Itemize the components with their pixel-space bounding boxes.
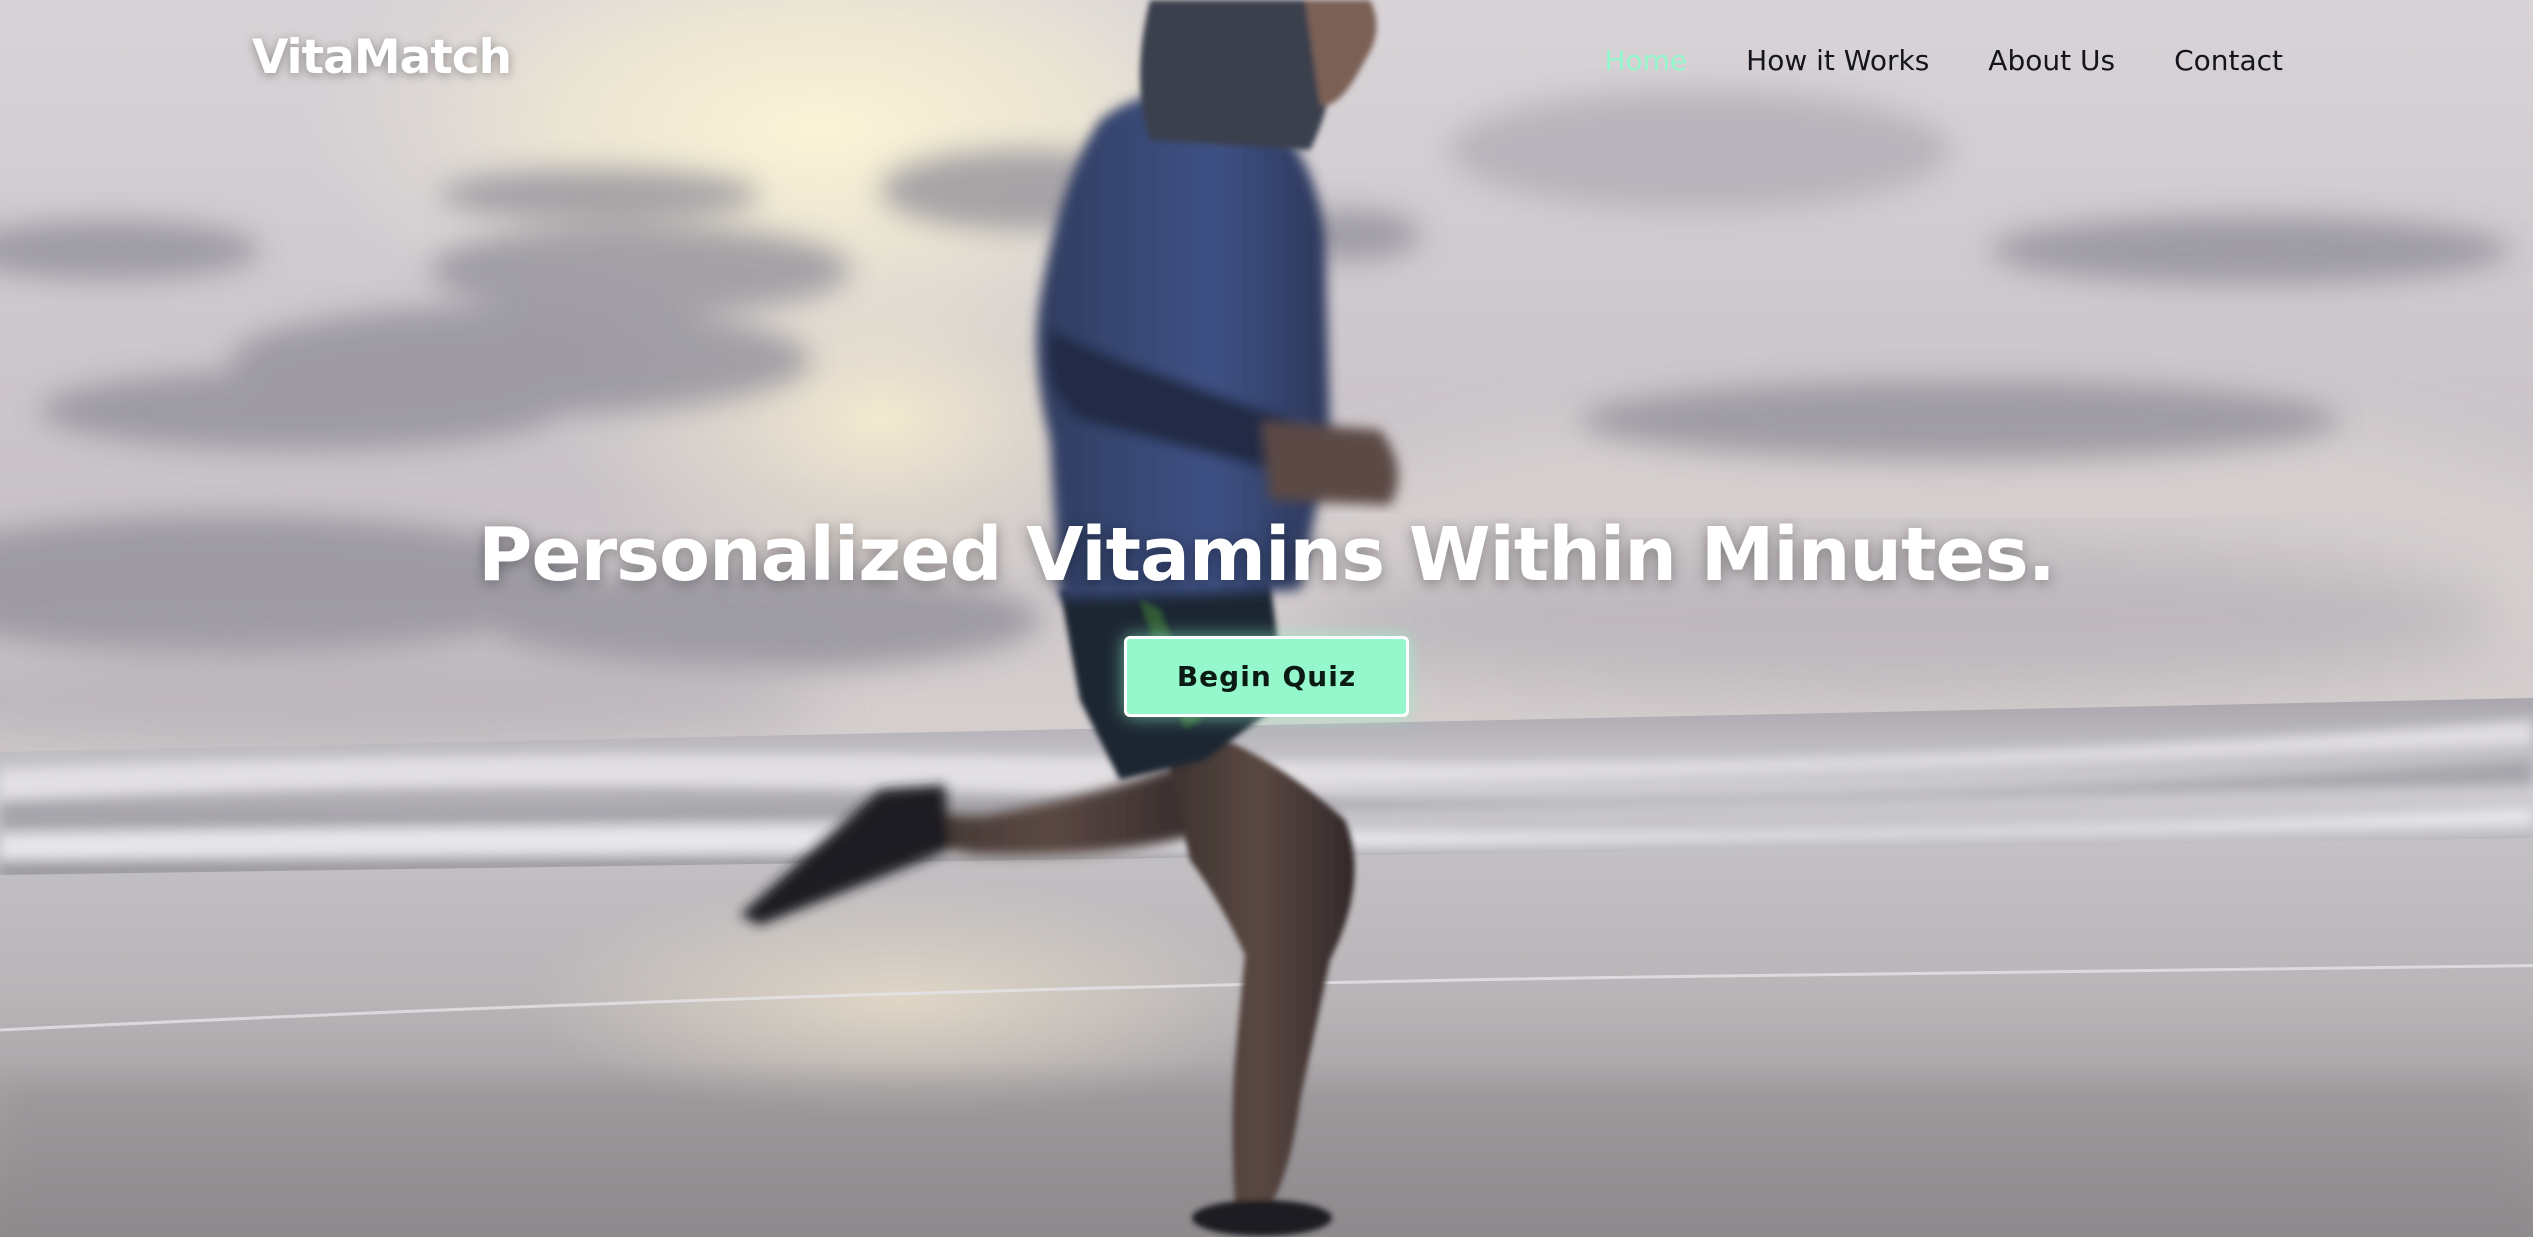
nav-link-about-us[interactable]: About Us bbox=[1988, 44, 2115, 77]
nav-link-how-it-works[interactable]: How it Works bbox=[1746, 44, 1929, 77]
nav-link-home[interactable]: Home bbox=[1604, 44, 1687, 77]
brand-logo[interactable]: VitaMatch bbox=[252, 30, 512, 85]
hero-section bbox=[0, 0, 2533, 1237]
top-navigation: VitaMatch Home How it Works About Us Con… bbox=[0, 0, 2533, 130]
begin-quiz-button[interactable]: Begin Quiz bbox=[1124, 636, 1409, 717]
main-menu: Home How it Works About Us Contact bbox=[1545, 44, 2283, 77]
hero-background-photo bbox=[0, 0, 2533, 1237]
nav-link-contact[interactable]: Contact bbox=[2174, 44, 2283, 77]
hero-headline: Personalized Vitamins Within Minutes. bbox=[478, 512, 2056, 598]
